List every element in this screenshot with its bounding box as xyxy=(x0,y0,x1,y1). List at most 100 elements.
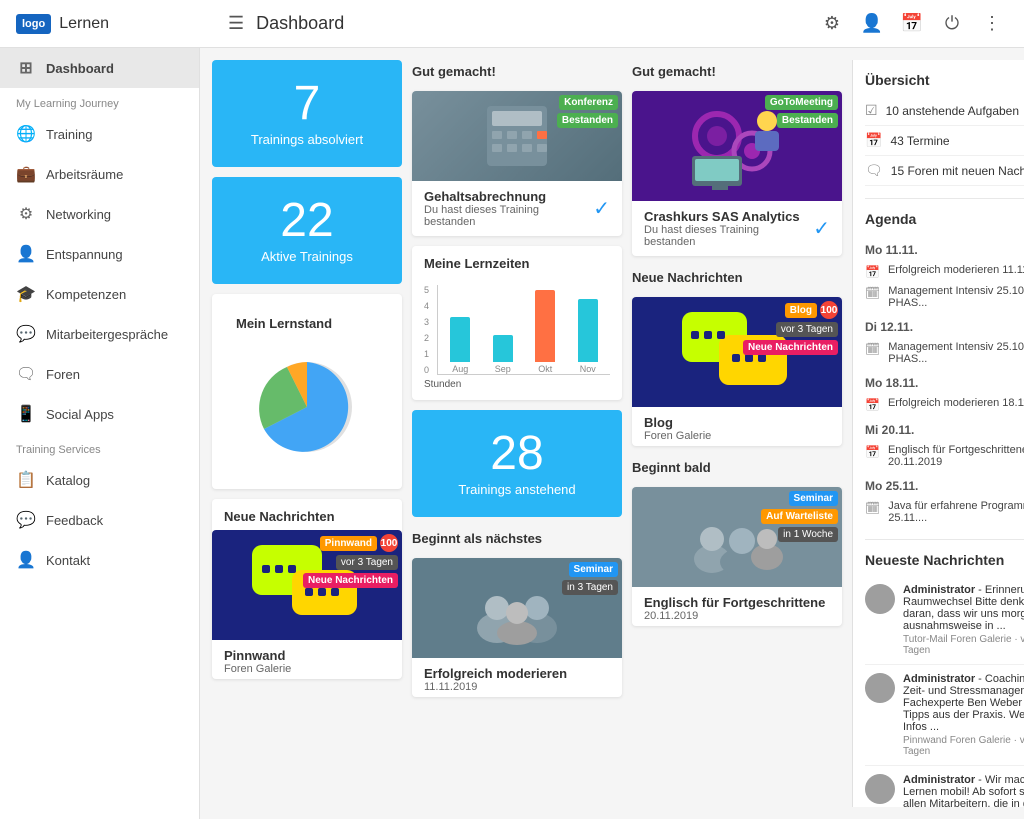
sidebar-item-training[interactable]: 🌐 Training xyxy=(0,114,199,154)
bar-okt: Okt xyxy=(527,290,564,374)
sidebar-item-foren[interactable]: 🗨 Foren xyxy=(0,354,199,394)
pinnwand-title-row: Pinnwand Foren Galerie xyxy=(212,640,402,679)
news-msg-3: Administrator - Wir machen Lernen mobil!… xyxy=(865,766,1024,807)
bar-nov-label: Nov xyxy=(580,364,596,374)
in-1-woche-badge: in 1 Woche xyxy=(778,527,838,542)
calendar-icon[interactable]: 📅 xyxy=(896,8,928,40)
seminar-badge-2: Seminar xyxy=(789,491,838,506)
aktive-trainings-label: Aktive Trainings xyxy=(222,249,392,264)
blog-title: Blog xyxy=(644,415,711,430)
more-icon[interactable]: ⋮ xyxy=(976,8,1008,40)
bar-aug-label: Aug xyxy=(452,364,468,374)
news-meta-2: Pinnwand Foren Galerie · vor 3 Tagen xyxy=(903,735,1024,757)
sidebar-item-kontakt[interactable]: 👤 Kontakt xyxy=(0,540,199,580)
englisch-card[interactable]: Seminar Auf Warteliste in 1 Woche Englis… xyxy=(632,487,842,626)
agenda-day-5: Mo 25.11. xyxy=(865,471,1024,497)
foren-text: 15 Foren mit neuen Nachrichten xyxy=(891,164,1024,178)
bars-container: Aug Sep Okt xyxy=(437,285,610,375)
pinnwand-badge: Pinnwand xyxy=(320,536,377,551)
agenda-icon-4-1: 📅 xyxy=(865,445,880,468)
englisch-date: 20.11.2019 xyxy=(644,610,825,622)
neue-nachrichten-title-1: Neue Nachrichten xyxy=(212,499,402,530)
blog-card[interactable]: Blog 100 vor 3 Tagen Neue Nachrichten Bl… xyxy=(632,297,842,446)
sidebar-item-social-apps[interactable]: 📱 Social Apps xyxy=(0,394,199,434)
beginnt-als-nachstes-title: Beginnt als nächstes xyxy=(412,527,622,548)
topnav-center: ☰ Dashboard xyxy=(228,13,804,34)
sidebar-label-foren: Foren xyxy=(46,367,80,382)
y4: 4 xyxy=(424,301,429,311)
moderieren-img-wrap: Seminar in 3 Tagen xyxy=(412,558,622,658)
sidebar-item-katalog[interactable]: 📋 Katalog xyxy=(0,460,199,500)
check-icon-1: ✓ xyxy=(593,196,610,221)
y5: 5 xyxy=(424,285,429,295)
englisch-badge-row: Seminar Auf Warteliste in 1 Woche xyxy=(761,491,838,542)
englisch-title-row: Englisch für Fortgeschrittene 20.11.2019 xyxy=(632,587,842,626)
bar-sep-fill xyxy=(493,335,513,362)
sidebar-item-mitarbeitergesprache[interactable]: 💬 Mitarbeitergespräche xyxy=(0,314,199,354)
sidebar-item-kompetenzen[interactable]: 🎓 Kompetenzen xyxy=(0,274,199,314)
hamburger-icon[interactable]: ☰ xyxy=(228,13,244,34)
gut-gemacht-2: Gut gemacht! xyxy=(632,60,842,81)
sidebar-item-entspannung[interactable]: 👤 Entspannung xyxy=(0,234,199,274)
in-3-tagen-badge: in 3 Tagen xyxy=(562,580,618,595)
entspannung-icon: 👤 xyxy=(16,244,36,264)
divider-1 xyxy=(865,198,1024,199)
neue-nachrichten-card-1: Neue Nachrichten xyxy=(212,499,402,679)
neue-nachrichten-badge-3: Neue Nachrichten xyxy=(743,340,838,355)
blog-badge-inner: Blog 100 xyxy=(785,301,838,319)
news-text-2: Administrator - Coaching zu Zeit- und St… xyxy=(903,673,1024,757)
agenda-item-5-1: 🗓 Java für erfahrene Programmierer 25.11… xyxy=(865,497,1024,527)
neue-nachrichten-badge: Neue Nachrichten xyxy=(303,573,398,588)
feedback-icon: 💬 xyxy=(16,510,36,530)
sidebar-label-feedback: Feedback xyxy=(46,513,103,528)
agenda-icon-2-1: 🗓 xyxy=(865,342,880,365)
bar-nov: Nov xyxy=(570,299,607,374)
agenda-text-2-1: Management Intensiv 25.10.2019: PHAS... xyxy=(888,341,1024,365)
logo-area: logo Lernen xyxy=(16,14,216,34)
gehaltsabrechnung-title: Gehaltsabrechnung xyxy=(424,189,593,204)
news-avatar-2 xyxy=(865,673,895,703)
moderieren-date: 11.11.2019 xyxy=(424,681,567,693)
erfolgreich-moderieren-card[interactable]: Seminar in 3 Tagen Erfolgreich moderiere… xyxy=(412,558,622,697)
power-icon[interactable]: ⏻ xyxy=(936,8,968,40)
foren-stat-icon: 🗨 xyxy=(865,162,883,179)
news-text-3: Administrator - Wir machen Lernen mobil!… xyxy=(903,774,1024,807)
sidebar-item-arbeitsraume[interactable]: 💼 Arbeitsräume xyxy=(0,154,199,194)
agenda-text-3-1: Erfolgreich moderieren 18.11.2019 xyxy=(888,397,1024,412)
bar-chart: 5 4 3 2 1 0 Aug xyxy=(412,277,622,400)
bar-nov-fill xyxy=(578,299,598,362)
sidebar-item-feedback[interactable]: 💬 Feedback xyxy=(0,500,199,540)
stat-aufgaben: ☑ 10 anstehende Aufgaben xyxy=(865,96,1024,126)
trainings-anstehend-card: 28 Trainings anstehend xyxy=(412,410,622,517)
y-axis: 5 4 3 2 1 0 xyxy=(424,285,433,375)
trainings-anstehend-label: Trainings anstehend xyxy=(422,482,612,497)
topnav: logo Lernen ☰ Dashboard ⚙ 👤 📅 ⏻ ⋮ xyxy=(0,0,1024,48)
sidebar-item-networking[interactable]: ⚙ Networking xyxy=(0,194,199,234)
bar-okt-fill xyxy=(535,290,555,362)
gehaltsabrechnung-card[interactable]: Konferenz Bestanden Gehaltsabrechnung Du… xyxy=(412,91,622,236)
sas-desc: Du hast dieses Training bestanden xyxy=(644,224,813,248)
bestanden-badge-2: Bestanden xyxy=(777,113,838,128)
check-icon-2: ✓ xyxy=(813,216,830,241)
blog-badge: Blog xyxy=(785,303,817,318)
seminar-badge: Seminar xyxy=(569,562,618,577)
stat-foren: 🗨 15 Foren mit neuen Nachrichten xyxy=(865,156,1024,186)
seminar-illustration xyxy=(467,568,567,648)
lernstand-chart xyxy=(224,337,390,477)
user-icon[interactable]: 👤 xyxy=(856,8,888,40)
neueste-nachrichten-title: Neueste Nachrichten xyxy=(865,552,1024,568)
news-meta-1: Tutor-Mail Foren Galerie · vor 3 Tagen xyxy=(903,634,1024,656)
news-msg-1: Administrator - Erinnerung Raumwechsel B… xyxy=(865,576,1024,665)
gehaltsabrechnung-desc: Du hast dieses Training bestanden xyxy=(424,204,593,228)
gotomeeting-badge-row: GoToMeeting Bestanden xyxy=(765,95,838,128)
settings-icon[interactable]: ⚙ xyxy=(816,8,848,40)
sidebar-label-mitarbeiter: Mitarbeitergespräche xyxy=(46,327,168,342)
app-name: Lernen xyxy=(59,15,109,33)
aufgaben-icon: ☑ xyxy=(865,102,878,119)
pinnwand-title: Pinnwand xyxy=(224,648,291,663)
sidebar-item-dashboard[interactable]: ⊞ Dashboard xyxy=(0,48,199,88)
sas-card[interactable]: GoToMeeting Bestanden Crashkurs SAS Anal… xyxy=(632,91,842,256)
agenda-item-1-2: 🗓 Management Intensiv 25.10.2019: PHAS..… xyxy=(865,282,1024,312)
agenda-icon-3-1: 📅 xyxy=(865,398,880,412)
trainings-anstehend-number: 28 xyxy=(422,430,612,478)
